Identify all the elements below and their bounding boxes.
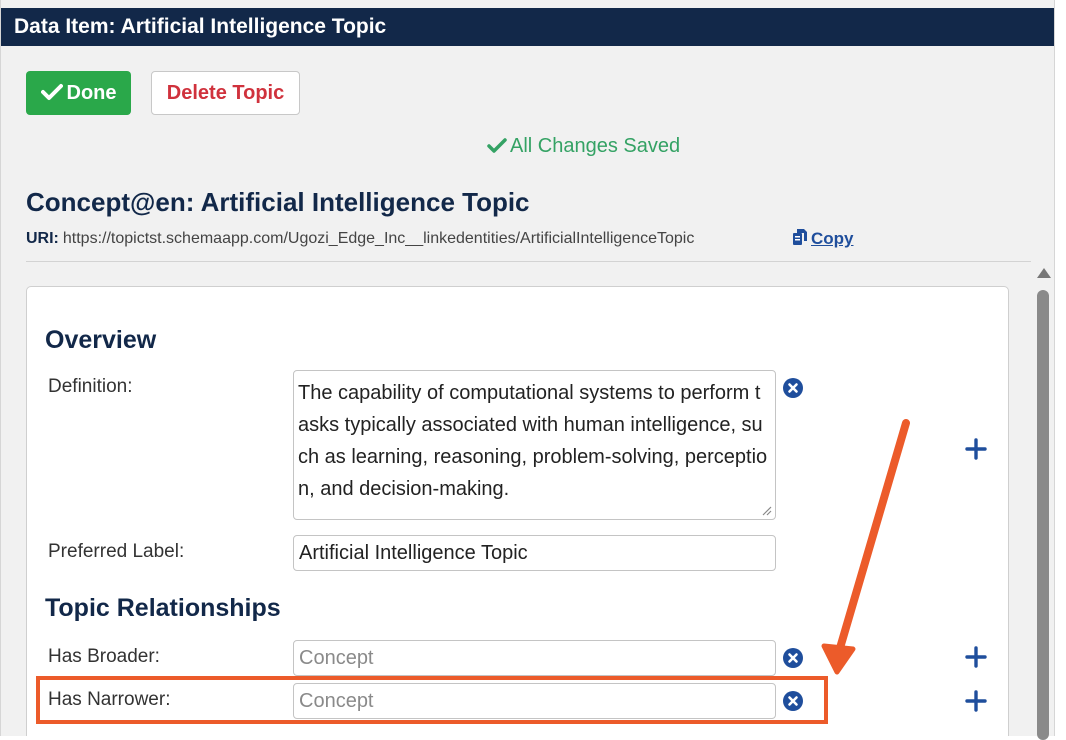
save-status: All Changes Saved [487,133,680,159]
delete-topic-button[interactable]: Delete Topic [151,71,300,115]
preferred-label-label: Preferred Label: [48,541,185,562]
remove-definition-icon[interactable] [782,377,804,399]
add-broader-plus-icon[interactable] [965,646,987,668]
check-icon [40,84,63,100]
concept-title: Concept@en: Artificial Intelligence Topi… [26,187,530,217]
scroll-thumb[interactable] [1037,290,1049,740]
preferred-label-input[interactable]: Artificial Intelligence Topic [293,535,776,571]
definition-label: Definition: [48,376,133,397]
add-narrower-plus-icon[interactable] [965,690,987,712]
annotation-highlight-box [36,676,828,724]
data-item-panel: Data Item: Artificial Intelligence Topic… [0,0,1055,736]
remove-broader-icon[interactable] [782,647,804,669]
uri-row: URI: https://topictst.schemaapp.com/Ugozi… [26,228,694,250]
overview-heading: Overview [45,326,157,354]
done-button[interactable]: Done [26,71,131,115]
check-icon [487,138,507,153]
copy-icon [793,229,807,245]
resize-grip-icon[interactable] [762,506,772,516]
definition-textarea[interactable]: The capability of computational systems … [293,370,776,520]
add-definition-plus-icon[interactable] [965,438,987,460]
save-status-text: All Changes Saved [510,135,681,157]
done-label: Done [66,82,117,104]
definition-text: The capability of computational systems … [298,382,768,500]
has-broader-label: Has Broader: [48,646,160,667]
uri-value: https://topictst.schemaapp.com/Ugozi_Edg… [62,230,695,247]
panel-title: Data Item: Artificial Intelligence Topic [1,8,1054,46]
copy-label: Copy [811,229,854,248]
divider [26,261,1031,262]
scrollbar[interactable] [1033,262,1053,740]
topic-relationships-heading: Topic Relationships [45,594,281,622]
scroll-up-arrow-icon[interactable] [1037,268,1051,278]
has-broader-input[interactable]: Concept [293,640,776,676]
copy-uri-link[interactable]: Copy [793,228,854,250]
uri-label: URI: [26,230,59,247]
